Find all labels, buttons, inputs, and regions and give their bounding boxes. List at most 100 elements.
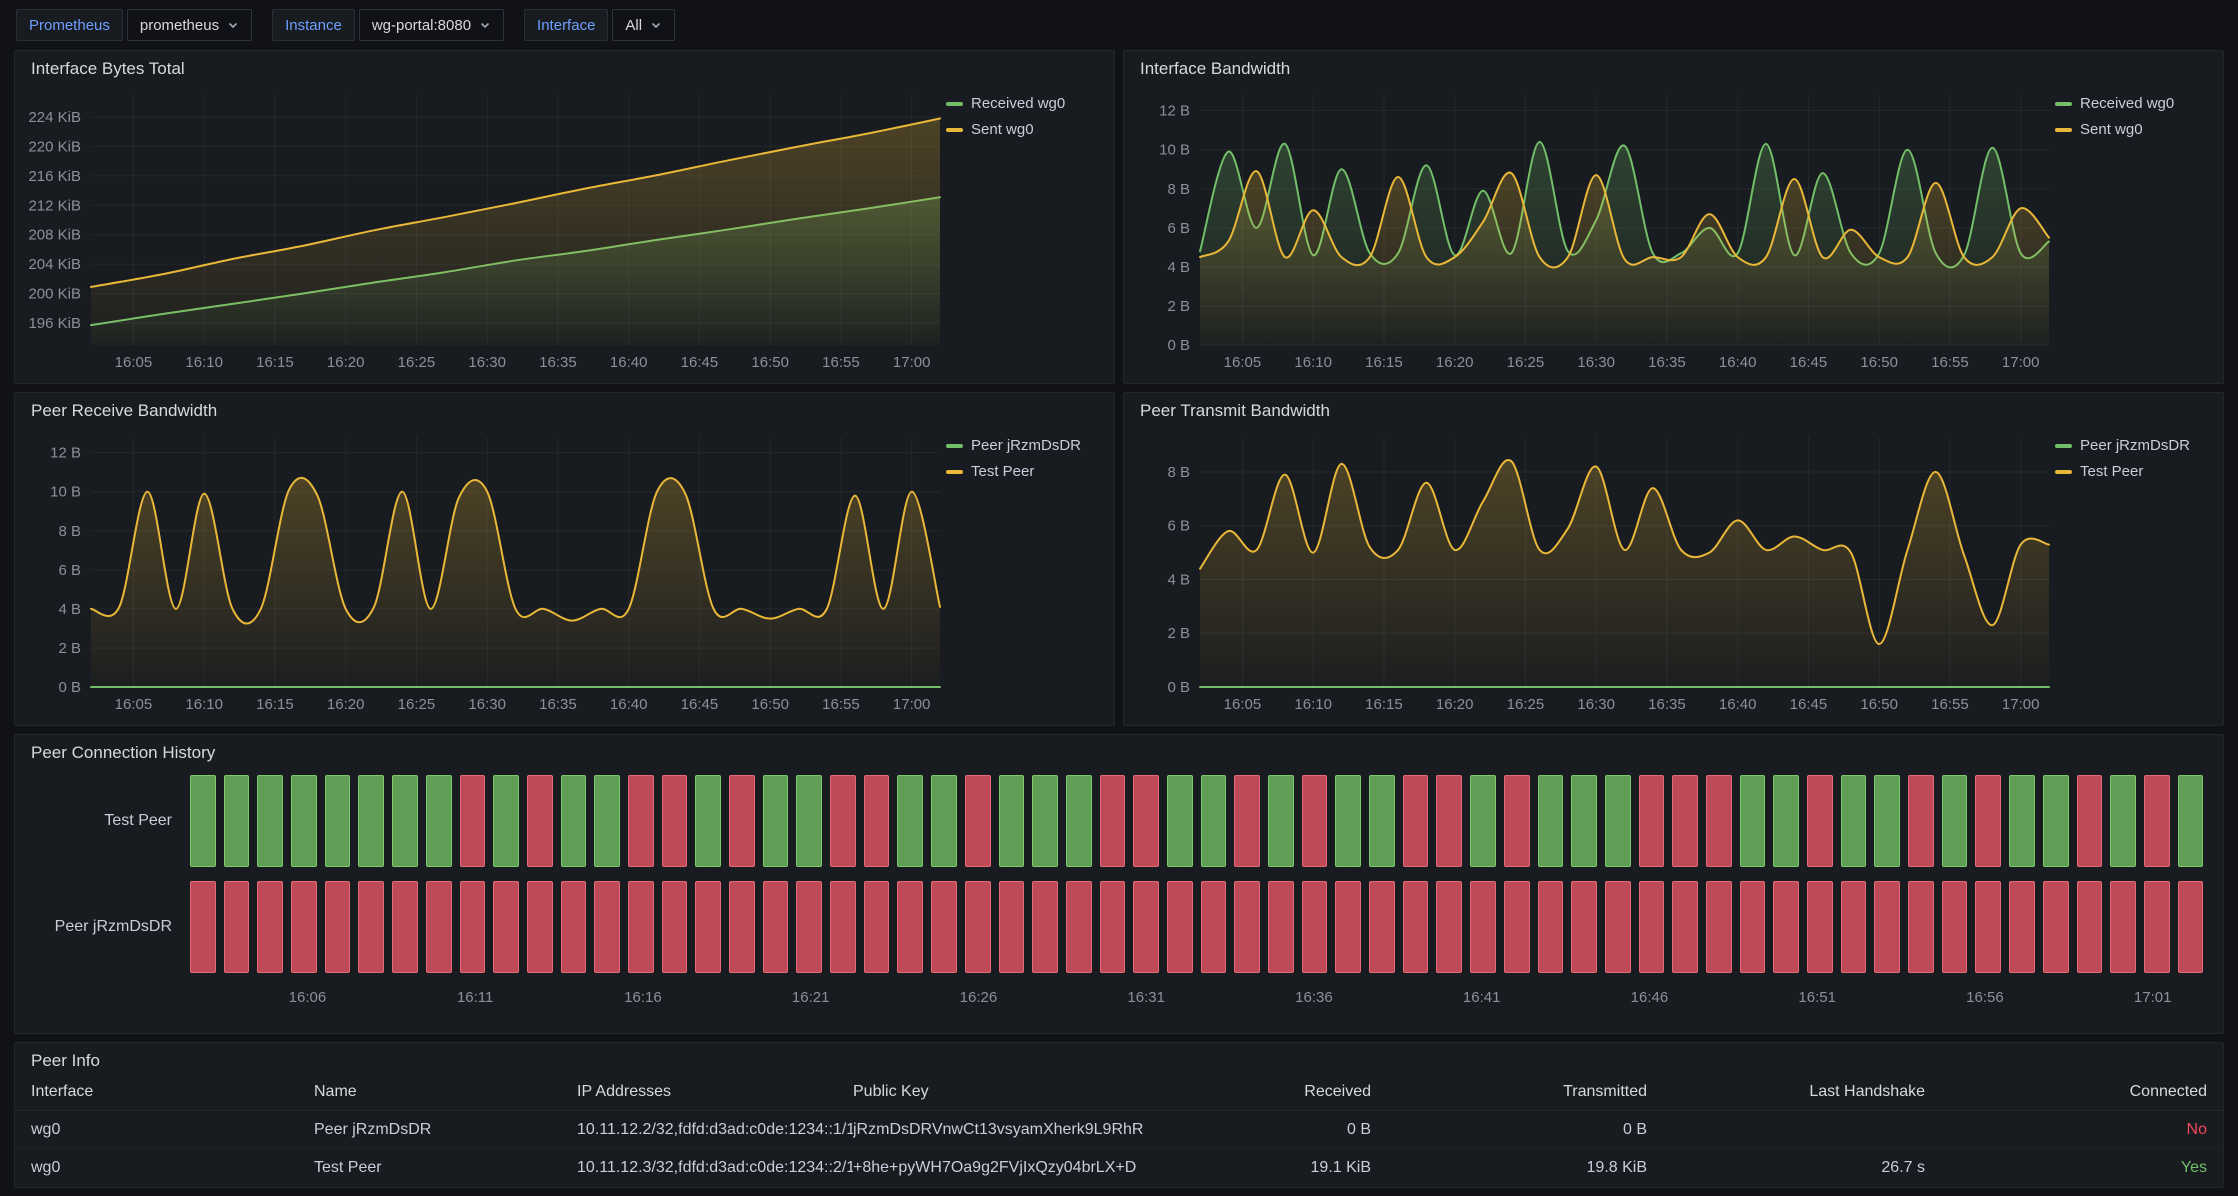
status-bar[interactable] bbox=[1167, 881, 1193, 973]
status-bar[interactable] bbox=[1740, 775, 1766, 867]
status-bar[interactable] bbox=[1639, 775, 1665, 867]
status-bar[interactable] bbox=[931, 881, 957, 973]
status-bar[interactable] bbox=[325, 775, 351, 867]
status-bar[interactable] bbox=[931, 775, 957, 867]
status-bar[interactable] bbox=[1504, 881, 1530, 973]
status-bar[interactable] bbox=[325, 881, 351, 973]
status-bar[interactable] bbox=[1133, 775, 1159, 867]
legend-item[interactable]: Sent wg0 bbox=[946, 121, 1104, 138]
status-bar[interactable] bbox=[695, 881, 721, 973]
status-bar[interactable] bbox=[224, 881, 250, 973]
variable-picker-interface[interactable]: All bbox=[612, 9, 675, 41]
status-bar[interactable] bbox=[1942, 881, 1968, 973]
status-bar[interactable] bbox=[999, 775, 1025, 867]
status-bar[interactable] bbox=[1841, 775, 1867, 867]
status-bar[interactable] bbox=[426, 775, 452, 867]
status-bar[interactable] bbox=[1268, 881, 1294, 973]
legend-item[interactable]: Sent wg0 bbox=[2055, 121, 2213, 138]
status-bar[interactable] bbox=[594, 775, 620, 867]
status-bar[interactable] bbox=[1100, 881, 1126, 973]
status-bar[interactable] bbox=[257, 775, 283, 867]
legend-item[interactable]: Test Peer bbox=[946, 463, 1104, 480]
status-bar[interactable] bbox=[561, 775, 587, 867]
status-bar[interactable] bbox=[1639, 881, 1665, 973]
status-bar[interactable] bbox=[1470, 775, 1496, 867]
status-bar[interactable] bbox=[1908, 881, 1934, 973]
status-bar[interactable] bbox=[2043, 775, 2069, 867]
status-bar[interactable] bbox=[2043, 881, 2069, 973]
status-bar[interactable] bbox=[1672, 775, 1698, 867]
status-bar[interactable] bbox=[190, 775, 216, 867]
status-bar[interactable] bbox=[965, 881, 991, 973]
column-header[interactable]: Received bbox=[1156, 1083, 1371, 1101]
status-bar[interactable] bbox=[2009, 775, 2035, 867]
status-bar[interactable] bbox=[190, 881, 216, 973]
status-bar[interactable] bbox=[257, 881, 283, 973]
status-bar[interactable] bbox=[358, 775, 384, 867]
status-bar[interactable] bbox=[1436, 775, 1462, 867]
status-bar[interactable] bbox=[1369, 775, 1395, 867]
status-bar[interactable] bbox=[1538, 775, 1564, 867]
status-bar[interactable] bbox=[763, 775, 789, 867]
status-bar[interactable] bbox=[1975, 775, 2001, 867]
legend-item[interactable]: Peer jRzmDsDR bbox=[2055, 437, 2213, 454]
status-bar[interactable] bbox=[2144, 881, 2170, 973]
column-header[interactable]: Connected bbox=[1925, 1083, 2207, 1101]
status-bar[interactable] bbox=[662, 775, 688, 867]
status-bar[interactable] bbox=[1504, 775, 1530, 867]
variable-label-interface[interactable]: Interface bbox=[524, 9, 608, 41]
status-bar[interactable] bbox=[561, 881, 587, 973]
legend-item[interactable]: Received wg0 bbox=[946, 95, 1104, 112]
status-bar[interactable] bbox=[527, 775, 553, 867]
status-bar[interactable] bbox=[358, 881, 384, 973]
status-bar[interactable] bbox=[1807, 775, 1833, 867]
panel-title[interactable]: Interface Bytes Total bbox=[15, 51, 1114, 81]
status-bar[interactable] bbox=[460, 775, 486, 867]
legend-item[interactable]: Test Peer bbox=[2055, 463, 2213, 480]
status-bar[interactable] bbox=[796, 881, 822, 973]
status-bar[interactable] bbox=[830, 775, 856, 867]
legend-item[interactable]: Peer jRzmDsDR bbox=[946, 437, 1104, 454]
status-bar[interactable] bbox=[1706, 881, 1732, 973]
status-bar[interactable] bbox=[2178, 881, 2204, 973]
column-header[interactable]: Public Key bbox=[853, 1083, 1156, 1101]
status-bar[interactable] bbox=[1369, 881, 1395, 973]
status-bar[interactable] bbox=[291, 775, 317, 867]
status-bar[interactable] bbox=[1335, 881, 1361, 973]
status-bar[interactable] bbox=[1605, 775, 1631, 867]
status-bar[interactable] bbox=[695, 775, 721, 867]
chart-canvas[interactable]: 196 KiB200 KiB204 KiB208 KiB212 KiB216 K… bbox=[21, 83, 946, 375]
status-bar[interactable] bbox=[1807, 881, 1833, 973]
panel-title[interactable]: Peer Transmit Bandwidth bbox=[1124, 393, 2223, 423]
variable-label-prometheus[interactable]: Prometheus bbox=[16, 9, 123, 41]
status-bar[interactable] bbox=[628, 881, 654, 973]
column-header[interactable]: IP Addresses bbox=[577, 1083, 853, 1101]
status-bar[interactable] bbox=[1908, 775, 1934, 867]
status-bar[interactable] bbox=[1201, 881, 1227, 973]
column-header[interactable]: Name bbox=[314, 1083, 577, 1101]
status-bar[interactable] bbox=[2077, 881, 2103, 973]
status-bar[interactable] bbox=[1167, 775, 1193, 867]
status-bar[interactable] bbox=[1605, 881, 1631, 973]
panel-title[interactable]: Peer Connection History bbox=[15, 735, 2223, 765]
chart-canvas[interactable]: 0 B2 B4 B6 B8 B10 B12 B16:0516:1016:1516… bbox=[21, 425, 946, 717]
status-bar[interactable] bbox=[2144, 775, 2170, 867]
status-bar[interactable] bbox=[594, 881, 620, 973]
status-bar[interactable] bbox=[460, 881, 486, 973]
status-bar[interactable] bbox=[1773, 881, 1799, 973]
status-bar[interactable] bbox=[864, 775, 890, 867]
column-header[interactable]: Last Handshake bbox=[1647, 1083, 1925, 1101]
status-bar[interactable] bbox=[2077, 775, 2103, 867]
status-bar[interactable] bbox=[763, 881, 789, 973]
status-bar[interactable] bbox=[2009, 881, 2035, 973]
status-bar[interactable] bbox=[1571, 881, 1597, 973]
status-bar[interactable] bbox=[2110, 775, 2136, 867]
status-bar[interactable] bbox=[2110, 881, 2136, 973]
status-bar[interactable] bbox=[224, 775, 250, 867]
status-bar[interactable] bbox=[426, 881, 452, 973]
status-bar[interactable] bbox=[1133, 881, 1159, 973]
panel-title[interactable]: Peer Receive Bandwidth bbox=[15, 393, 1114, 423]
panel-title[interactable]: Interface Bandwidth bbox=[1124, 51, 2223, 81]
status-bar[interactable] bbox=[1201, 775, 1227, 867]
status-bar[interactable] bbox=[1100, 775, 1126, 867]
